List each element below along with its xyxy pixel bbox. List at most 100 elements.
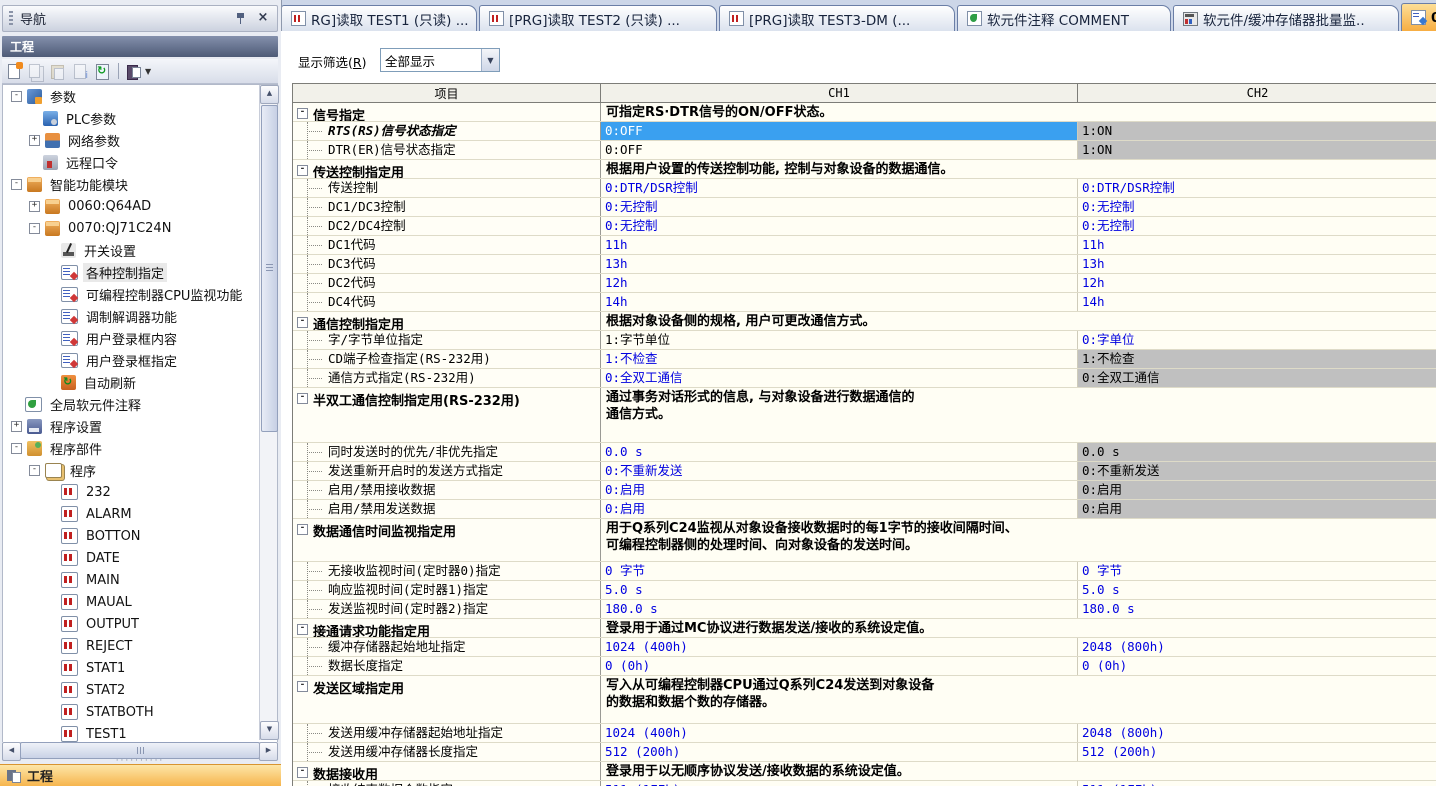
ch1-cell[interactable]: 180.0 s xyxy=(601,600,1078,618)
collapse-icon[interactable]: - xyxy=(297,393,308,404)
ch1-cell[interactable]: 1:字节单位 xyxy=(601,331,1078,349)
tree-item[interactable]: OUTPUT xyxy=(3,613,277,635)
ch2-cell[interactable]: 0:字单位 xyxy=(1078,331,1436,349)
ch2-cell[interactable]: 5.0 s xyxy=(1078,581,1436,599)
tree-item[interactable]: DATE xyxy=(3,547,277,569)
tree-item[interactable]: +0060:Q64AD xyxy=(3,195,277,217)
ch1-cell[interactable]: 0:OFF xyxy=(601,141,1078,159)
ch2-cell[interactable]: 0:无控制 xyxy=(1078,198,1436,216)
ch2-cell[interactable]: 12h xyxy=(1078,274,1436,292)
tree-item[interactable]: STATBOTH xyxy=(3,701,277,723)
display-filter-dropdown[interactable]: 全部显示 ▼ xyxy=(380,48,500,72)
tree-item[interactable]: -程序 xyxy=(3,459,277,481)
ch1-cell[interactable]: 1024 (400h) xyxy=(601,638,1078,656)
tab-document-2[interactable]: [PRG]读取 TEST3-DM (... xyxy=(719,5,955,31)
tree-item[interactable]: -0070:QJ71C24N xyxy=(3,217,277,239)
ch1-cell[interactable]: 0 字节 xyxy=(601,562,1078,580)
ch1-cell[interactable]: 14h xyxy=(601,293,1078,311)
collapse-icon[interactable]: - xyxy=(29,465,40,476)
collapse-icon[interactable]: - xyxy=(11,179,22,190)
copy-info-icon[interactable] xyxy=(71,62,90,81)
ch2-cell[interactable]: 0:启用 xyxy=(1078,481,1436,499)
ch1-cell[interactable]: 0:OFF xyxy=(601,122,1078,140)
collapse-icon[interactable]: - xyxy=(29,223,40,234)
tab-document-3[interactable]: 软元件注释 COMMENT xyxy=(957,5,1171,31)
ch1-cell[interactable]: 11h xyxy=(601,236,1078,254)
ch1-cell[interactable]: 0 (0h) xyxy=(601,657,1078,675)
expand-icon[interactable]: + xyxy=(11,421,22,432)
collapse-icon[interactable]: - xyxy=(11,91,22,102)
ch2-cell[interactable]: 13h xyxy=(1078,255,1436,273)
ch2-cell[interactable]: 511 (1FFh) xyxy=(1078,781,1436,786)
drag-grip-icon[interactable] xyxy=(9,11,13,26)
tab-document-1[interactable]: [PRG]读取 TEST2 (只读) ... xyxy=(479,5,717,31)
ch1-cell[interactable]: 13h xyxy=(601,255,1078,273)
ch2-cell[interactable]: 0 字节 xyxy=(1078,562,1436,580)
collapse-icon[interactable]: - xyxy=(297,317,308,328)
ch1-cell[interactable]: 0.0 s xyxy=(601,443,1078,461)
ch1-cell[interactable]: 0:不重新发送 xyxy=(601,462,1078,480)
vertical-scroll-thumb[interactable] xyxy=(261,105,278,432)
sort-icon[interactable] xyxy=(125,62,144,81)
collapse-icon[interactable]: - xyxy=(297,767,308,778)
ch2-cell[interactable]: 11h xyxy=(1078,236,1436,254)
tree-item[interactable]: REJECT xyxy=(3,635,277,657)
tree-item[interactable]: 各种控制指定 xyxy=(3,261,277,283)
ch2-cell[interactable]: 0:DTR/DSR控制 xyxy=(1078,179,1436,197)
ch1-cell[interactable]: 0:无控制 xyxy=(601,198,1078,216)
ch2-cell[interactable]: 0.0 s xyxy=(1078,443,1436,461)
tree-item[interactable]: STAT1 xyxy=(3,657,277,679)
ch1-cell[interactable]: 1:不检查 xyxy=(601,350,1078,368)
tab-document-5[interactable]: 0070:QJ71C xyxy=(1401,3,1436,31)
tree-item[interactable]: ALARM xyxy=(3,503,277,525)
ch2-cell[interactable]: 0:全双工通信 xyxy=(1078,369,1436,387)
expand-icon[interactable]: + xyxy=(29,135,40,146)
ch1-cell[interactable]: 0:DTR/DSR控制 xyxy=(601,179,1078,197)
tree-item[interactable]: 可编程控制器CPU监视功能 xyxy=(3,283,277,305)
project-view-button[interactable]: 工程 xyxy=(0,764,293,786)
collapse-icon[interactable]: - xyxy=(297,165,308,176)
tab-document-4[interactable]: 软元件/缓冲存储器批量监.. xyxy=(1173,5,1399,31)
ch2-cell[interactable]: 1:ON xyxy=(1078,141,1436,159)
ch1-cell[interactable]: 0:全双工通信 xyxy=(601,369,1078,387)
ch2-cell[interactable]: 1:ON xyxy=(1078,122,1436,140)
chevron-down-icon[interactable]: ▼ xyxy=(481,49,499,71)
tree-item[interactable]: 用户登录框指定 xyxy=(3,349,277,371)
ch1-cell[interactable]: 0:无控制 xyxy=(601,217,1078,235)
ch1-cell[interactable]: 1024 (400h) xyxy=(601,724,1078,742)
tree-item[interactable]: PLC参数 xyxy=(3,107,277,129)
copy-icon[interactable] xyxy=(27,62,46,81)
ch2-cell[interactable]: 180.0 s xyxy=(1078,600,1436,618)
scroll-down-icon[interactable]: ▼ xyxy=(260,721,279,740)
tree-item[interactable]: MAUAL xyxy=(3,591,277,613)
ch2-cell[interactable]: 512 (200h) xyxy=(1078,743,1436,761)
close-icon[interactable]: × xyxy=(255,11,271,26)
collapse-icon[interactable]: - xyxy=(297,624,308,635)
ch1-cell[interactable]: 511 (1FFh) xyxy=(601,781,1078,786)
ch2-cell[interactable]: 2048 (800h) xyxy=(1078,724,1436,742)
tree-item[interactable]: MAIN xyxy=(3,569,277,591)
ch2-cell[interactable]: 1:不检查 xyxy=(1078,350,1436,368)
ch2-cell[interactable]: 0:启用 xyxy=(1078,500,1436,518)
tree-item[interactable]: 开关设置 xyxy=(3,239,277,261)
tree-item[interactable]: +网络参数 xyxy=(3,129,277,151)
collapse-icon[interactable]: - xyxy=(11,443,22,454)
tree-item[interactable]: 全局软元件注释 xyxy=(3,393,277,415)
tree-item[interactable]: -参数 xyxy=(3,85,277,107)
refresh-icon[interactable] xyxy=(93,62,112,81)
ch1-cell[interactable]: 0:启用 xyxy=(601,500,1078,518)
tab-document-0[interactable]: RG]读取 TEST1 (只读) ... xyxy=(281,5,477,31)
new-item-icon[interactable] xyxy=(5,62,24,81)
ch2-cell[interactable]: 0 (0h) xyxy=(1078,657,1436,675)
tree-item[interactable]: 调制解调器功能 xyxy=(3,305,277,327)
pin-icon[interactable] xyxy=(233,11,249,26)
tree-item[interactable]: 自动刷新 xyxy=(3,371,277,393)
tree-item[interactable]: 远程口令 xyxy=(3,151,277,173)
tree-item[interactable]: +程序设置 xyxy=(3,415,277,437)
expand-icon[interactable]: + xyxy=(29,201,40,212)
ch2-cell[interactable]: 14h xyxy=(1078,293,1436,311)
tree-item[interactable]: STAT2 xyxy=(3,679,277,701)
ch2-cell[interactable]: 0:无控制 xyxy=(1078,217,1436,235)
chevron-down-icon[interactable]: ▼ xyxy=(145,67,151,76)
ch1-cell[interactable]: 5.0 s xyxy=(601,581,1078,599)
